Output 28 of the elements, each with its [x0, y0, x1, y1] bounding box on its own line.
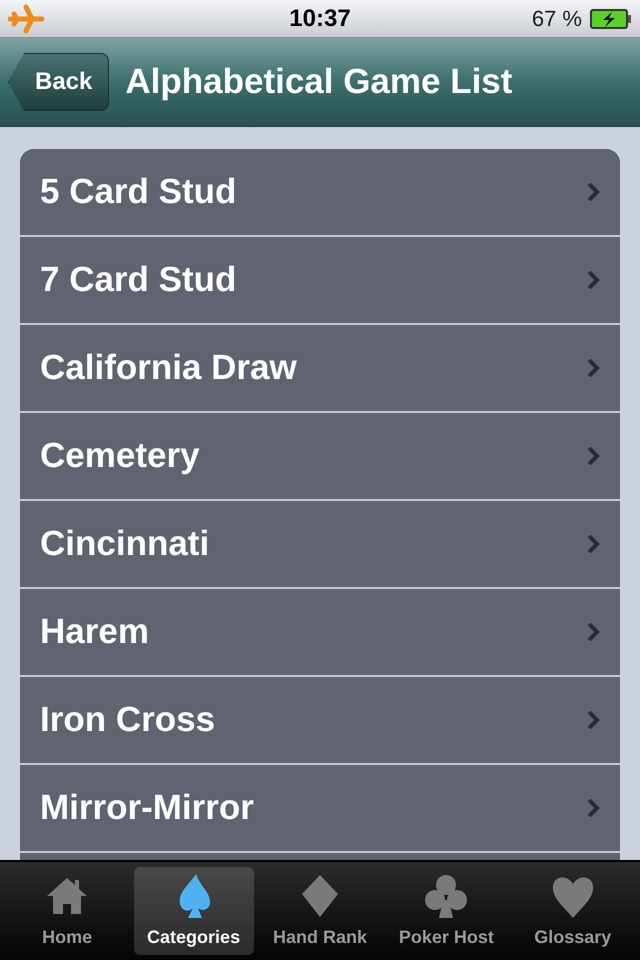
row-label: Mirror-Mirror [40, 786, 254, 829]
tab-bar-item[interactable]: Glossary [512, 867, 633, 955]
chevron-icon [586, 445, 600, 467]
back-button[interactable]: Back [8, 53, 110, 111]
row-label: 7 Card Stud [40, 258, 236, 301]
nav-title: Alphabetical Game List [125, 60, 512, 103]
row-label: 5 Card Stud [40, 170, 236, 213]
chevron-icon [586, 709, 600, 731]
battery-percentage: 67 % [532, 5, 582, 33]
row-label: Harem [40, 610, 149, 653]
tab-bar-item[interactable]: Home [7, 867, 128, 955]
chevron-icon [586, 621, 600, 643]
list-row[interactable]: 5 Card Stud [20, 149, 620, 237]
chevron-icon [586, 181, 600, 203]
row-label: Iron Cross [40, 698, 216, 741]
battery-charging-icon [590, 8, 632, 30]
status-time: 10:37 [289, 4, 351, 34]
tab-bar-item[interactable]: Poker Host [386, 867, 506, 955]
tab-bar-item[interactable]: Hand Rank [260, 867, 380, 955]
airplane-icon [8, 4, 44, 34]
tab-bar-item[interactable]: Categories [134, 867, 254, 955]
chevron-icon [586, 533, 600, 555]
chevron-icon [586, 797, 600, 819]
row-label: California Draw [40, 346, 297, 389]
row-label: Cemetery [40, 434, 200, 477]
row-label: Cincinnati [40, 522, 210, 565]
chevron-icon [586, 269, 600, 291]
chevron-icon [586, 357, 600, 379]
